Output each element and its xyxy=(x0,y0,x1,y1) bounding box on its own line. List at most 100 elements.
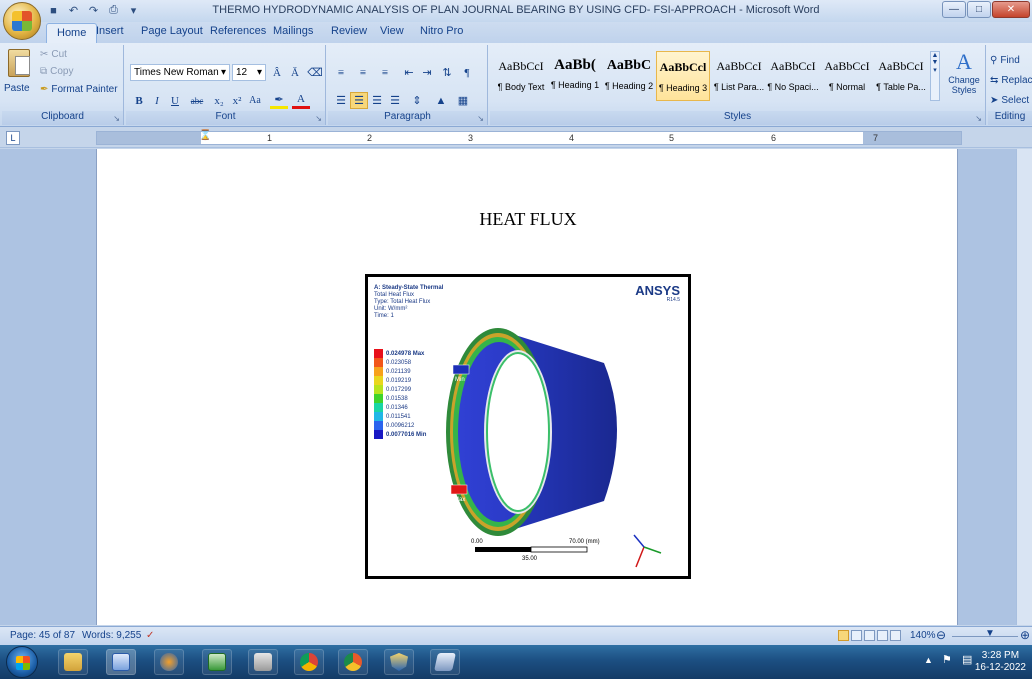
horizontal-ruler[interactable]: L 1 2 3 4 5 6 7 ⌛ xyxy=(0,128,1032,148)
numbering-icon[interactable]: ≡ xyxy=(354,64,372,81)
align-center-icon[interactable]: ☰ xyxy=(350,92,368,109)
close-button[interactable]: ✕ xyxy=(992,1,1030,18)
undo-icon[interactable]: ↶ xyxy=(66,3,81,18)
font-size-select[interactable]: 12 ▾ xyxy=(232,64,266,81)
clock[interactable]: 3:28 PM 16-12-2022 xyxy=(975,650,1026,674)
increase-indent-icon[interactable]: ⇥ xyxy=(418,64,436,81)
maximize-button[interactable]: □ xyxy=(967,1,991,18)
web-layout-icon[interactable] xyxy=(864,630,875,641)
strikethrough-button[interactable]: abc xyxy=(188,92,206,109)
shading-icon[interactable]: ▲ xyxy=(432,92,450,109)
style-normal[interactable]: AaBbCcI ¶ Normal xyxy=(820,51,874,101)
sort-icon[interactable]: ⇅ xyxy=(438,64,456,81)
indent-marker-icon[interactable]: ⌛ xyxy=(199,130,211,141)
bold-button[interactable]: B xyxy=(130,92,148,109)
borders-icon[interactable]: ▦ xyxy=(454,92,472,109)
highlight-icon[interactable]: ✒ xyxy=(270,92,288,109)
style-heading-2[interactable]: AaBbC ¶ Heading 2 xyxy=(602,51,656,101)
replace-button[interactable]: ⇆Replace xyxy=(990,75,1032,86)
zoom-slider-thumb-icon[interactable]: ▼ xyxy=(985,628,995,639)
redo-icon[interactable]: ↷ xyxy=(86,3,101,18)
office-button[interactable] xyxy=(3,2,41,40)
dialog-launcher-icon[interactable]: ↘ xyxy=(975,114,982,123)
start-button[interactable] xyxy=(6,646,38,678)
snipping-tool-taskbar-icon[interactable] xyxy=(430,649,460,675)
font-color-icon[interactable]: A xyxy=(292,92,310,109)
tab-page-layout[interactable]: Page Layout xyxy=(141,25,203,37)
show-marks-icon[interactable]: ¶ xyxy=(458,64,476,81)
align-right-icon[interactable]: ☰ xyxy=(368,92,386,109)
tab-nitro-pro[interactable]: Nitro Pro xyxy=(420,25,463,37)
document-page[interactable]: HEAT FLUX A: Steady-State Thermal Total … xyxy=(96,149,958,625)
superscript-button[interactable]: x² xyxy=(228,92,246,109)
office-logo-icon xyxy=(12,11,32,31)
dialog-launcher-icon[interactable]: ↘ xyxy=(477,114,484,123)
page-count[interactable]: Page: 45 of 87 xyxy=(10,630,75,641)
style-heading-3[interactable]: AaBbCcl ¶ Heading 3 xyxy=(656,51,710,101)
zoom-in-icon[interactable]: ⊕ xyxy=(1020,628,1030,642)
styles-scroll[interactable]: ▲ ▼ ▾ xyxy=(930,51,940,101)
style-no-spacing[interactable]: AaBbCcI ¶ No Spaci... xyxy=(766,51,820,101)
print-icon[interactable]: ⎙ xyxy=(106,3,121,18)
decrease-indent-icon[interactable]: ⇤ xyxy=(400,64,418,81)
copy-button[interactable]: ⧉ Copy xyxy=(40,66,74,77)
tab-references[interactable]: References xyxy=(210,25,266,37)
print-layout-icon[interactable] xyxy=(838,630,849,641)
style-table-paragraph[interactable]: AaBbCcI ¶ Table Pa... xyxy=(874,51,928,101)
line-spacing-icon[interactable]: ⇕ xyxy=(408,92,426,109)
dialog-launcher-icon[interactable]: ↘ xyxy=(113,114,120,123)
tab-insert[interactable]: Insert xyxy=(96,25,124,37)
zoom-level[interactable]: 140% xyxy=(910,630,936,641)
tab-home[interactable]: Home xyxy=(46,23,98,43)
qat-customize-icon[interactable]: ▾ xyxy=(126,3,141,18)
cut-button[interactable]: ✂ Cut xyxy=(40,49,67,60)
word-count[interactable]: Words: 9,255 xyxy=(82,630,141,641)
excel-taskbar-icon[interactable] xyxy=(202,649,232,675)
grow-font-button[interactable]: Â xyxy=(268,64,286,81)
tab-mailings[interactable]: Mailings xyxy=(273,25,313,37)
font-family-select[interactable]: Times New Roman ▾ xyxy=(130,64,230,81)
change-case-button[interactable]: Aa xyxy=(246,92,264,109)
word-taskbar-icon[interactable] xyxy=(106,649,136,675)
media-player-taskbar-icon[interactable] xyxy=(154,649,184,675)
tray-expand-icon[interactable]: ▲ xyxy=(924,655,933,665)
explorer-taskbar-icon[interactable] xyxy=(58,649,88,675)
dialog-launcher-icon[interactable]: ↘ xyxy=(315,114,322,123)
draft-icon[interactable] xyxy=(890,630,901,641)
tab-selector-icon[interactable]: L xyxy=(6,131,20,145)
align-left-icon[interactable]: ☰ xyxy=(332,92,350,109)
security-taskbar-icon[interactable] xyxy=(384,649,414,675)
bullets-icon[interactable]: ≡ xyxy=(332,64,350,81)
zoom-out-icon[interactable]: ⊖ xyxy=(936,628,946,642)
calculator-taskbar-icon[interactable] xyxy=(248,649,278,675)
style-heading-1[interactable]: AaBb(¶ Heading 1 xyxy=(548,51,602,101)
paste-button[interactable]: Paste xyxy=(2,45,38,109)
underline-button[interactable]: U xyxy=(166,92,184,109)
italic-button[interactable]: I xyxy=(148,92,166,109)
network-icon[interactable]: ▤ xyxy=(962,653,972,666)
tab-review[interactable]: Review xyxy=(331,25,367,37)
action-center-icon[interactable]: ⚑ xyxy=(942,653,952,666)
full-screen-reading-icon[interactable] xyxy=(851,630,862,641)
multilevel-list-icon[interactable]: ≡ xyxy=(376,64,394,81)
chrome-taskbar-icon[interactable] xyxy=(294,649,324,675)
chrome-canary-taskbar-icon[interactable] xyxy=(338,649,368,675)
format-painter-button[interactable]: ✒ Format Painter xyxy=(40,84,118,95)
simulation-figure[interactable]: A: Steady-State Thermal Total Heat Flux … xyxy=(365,274,691,579)
clear-formatting-icon[interactable]: ⌫ xyxy=(306,64,324,81)
change-styles-button[interactable]: A Change Styles xyxy=(944,49,984,107)
style-body-text[interactable]: AaBbCcI ¶ Body Text xyxy=(494,51,548,101)
find-button[interactable]: ⚲ Find xyxy=(990,55,1020,66)
justify-icon[interactable]: ☰ xyxy=(386,92,404,109)
proofing-icon[interactable]: ✓ xyxy=(146,630,154,641)
style-list-paragraph[interactable]: AaBbCcI ¶ List Para... xyxy=(712,51,766,101)
shrink-font-button[interactable]: Ǎ xyxy=(286,64,304,81)
subscript-button[interactable]: x₂ xyxy=(210,92,228,109)
outline-icon[interactable] xyxy=(877,630,888,641)
tab-view[interactable]: View xyxy=(380,25,404,37)
select-button[interactable]: ➤ Select xyxy=(990,95,1029,106)
vertical-scrollbar[interactable] xyxy=(1016,149,1032,625)
minimize-button[interactable]: — xyxy=(942,1,966,18)
save-icon[interactable]: ■ xyxy=(46,3,61,18)
ruler-track[interactable]: 1 2 3 4 5 6 7 ⌛ xyxy=(96,130,962,145)
